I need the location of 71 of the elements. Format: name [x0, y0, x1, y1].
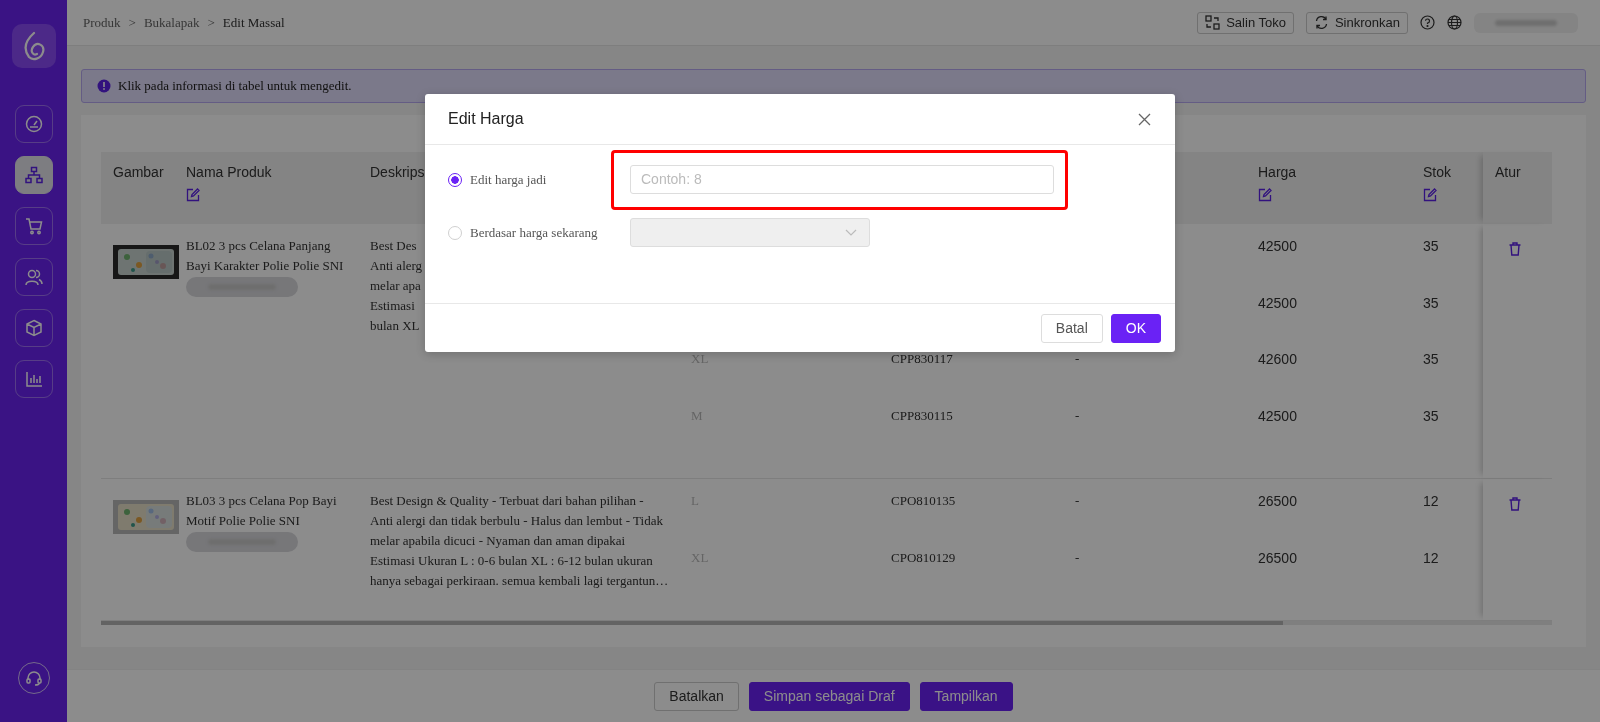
table-cell: - — [1075, 351, 1080, 366]
edit-icon[interactable] — [186, 188, 200, 202]
chart-nav-button[interactable] — [14, 360, 53, 398]
bar-chart-icon — [24, 370, 43, 388]
stock-cell[interactable]: 12 — [1423, 493, 1439, 509]
scrollbar[interactable] — [101, 621, 1283, 625]
price-cell[interactable]: 42500 — [1258, 294, 1297, 311]
dialog-title: Edit Harga — [448, 110, 524, 128]
cart-nav-button[interactable] — [14, 207, 53, 245]
breadcrumb-separator: > — [128, 14, 136, 31]
copy-icon — [1205, 15, 1221, 30]
column-header: Stok — [1423, 164, 1451, 180]
primary-button[interactable]: Simpan sebagai Draf — [748, 681, 910, 711]
info-icon — [97, 79, 111, 93]
sku-cell: CPP830115 — [891, 407, 953, 423]
breadcrumb-item: Edit Massal — [222, 14, 285, 31]
column-header: Harga — [1258, 164, 1297, 180]
column-header: Atur — [1495, 164, 1521, 180]
gauge-icon — [24, 115, 43, 133]
cancel-button[interactable]: Batal — [1040, 313, 1103, 343]
price-input[interactable]: Contoh: 8 — [630, 164, 1054, 194]
sync-icon — [1313, 15, 1329, 30]
box-icon — [24, 319, 43, 337]
edit-icon[interactable] — [1258, 188, 1272, 202]
product-name[interactable]: BL03 3 pcs Celana Pop Bayi Motif Polie Polie SNI — [186, 491, 346, 531]
table-cell: - — [1075, 549, 1080, 565]
cancel-button[interactable]: Batalkan — [654, 681, 739, 711]
box-nav-button[interactable] — [14, 309, 53, 347]
column-header: Gambar — [113, 164, 164, 180]
users-icon — [24, 268, 43, 286]
hierarchy-icon — [24, 166, 43, 184]
column-header: Nama Produk — [186, 164, 272, 180]
logo-icon — [11, 24, 56, 68]
stock-cell[interactable]: 12 — [1423, 549, 1439, 566]
breadcrumb-item[interactable]: Produk — [83, 14, 121, 31]
price-cell[interactable]: 42500 — [1258, 238, 1297, 254]
info-text: Klik pada informasi di tabel untuk mengedit. — [118, 78, 352, 94]
stock-cell[interactable]: 35 — [1423, 238, 1439, 254]
price-cell[interactable]: 42500 — [1258, 407, 1297, 424]
breadcrumb-separator: > — [207, 14, 215, 31]
stock-cell[interactable]: 35 — [1423, 294, 1439, 311]
help-icon[interactable] — [1420, 15, 1435, 30]
sku-cell: CPO810135 — [891, 493, 956, 508]
price-cell[interactable]: 26500 — [1258, 493, 1297, 509]
hierarchy-nav-button[interactable] — [14, 156, 53, 194]
table-cell: - — [1075, 493, 1080, 508]
ok-button[interactable]: OK — [1110, 313, 1161, 343]
sync-button[interactable]: Sinkronkan — [1305, 11, 1408, 34]
users-nav-button[interactable] — [14, 258, 53, 296]
product-name[interactable]: BL02 3 pcs Celana Panjang Bayi Karakter Polie Polie SNI — [186, 236, 346, 276]
primary-button[interactable]: Tampilkan — [919, 681, 1013, 711]
table-cell: - — [1075, 407, 1080, 423]
sku-cell: CPO810129 — [891, 549, 956, 565]
stock-cell[interactable]: 35 — [1423, 407, 1439, 424]
sku-cell: CPP830117 — [891, 351, 953, 366]
cart-icon — [24, 217, 43, 235]
close-icon[interactable] — [1138, 112, 1151, 126]
breadcrumb-item[interactable]: Bukalapak — [143, 14, 200, 31]
edit-icon[interactable] — [1423, 188, 1437, 202]
price-cell[interactable]: 42600 — [1258, 351, 1297, 367]
globe-icon[interactable] — [1447, 15, 1462, 30]
gauge-nav-button[interactable] — [14, 105, 53, 143]
chevron-icon — [845, 229, 857, 236]
copy-store-button[interactable]: Salin Toko — [1197, 11, 1294, 34]
stock-cell[interactable]: 35 — [1423, 351, 1439, 367]
price-cell[interactable]: 26500 — [1258, 549, 1297, 566]
column-header: Deskrips — [370, 164, 425, 180]
delete-icon[interactable] — [1509, 242, 1521, 256]
product-description[interactable]: Best Design & Quality - Terbuat dari bahan pilihan - Anti alergi dan tidak berbulu - Halus dan lembut - Tidak melar apabila dicuci - Nyaman dan aman dipakai Estimasi Ukuran L : 0-6 bulan XL : 6-12 bulan ukuran hanya sebagai perkiraan. semua kembali lagi tergantun… — [370, 491, 667, 591]
radio-option[interactable]: Edit harga jadi — [448, 171, 630, 188]
delete-icon[interactable] — [1509, 497, 1521, 511]
